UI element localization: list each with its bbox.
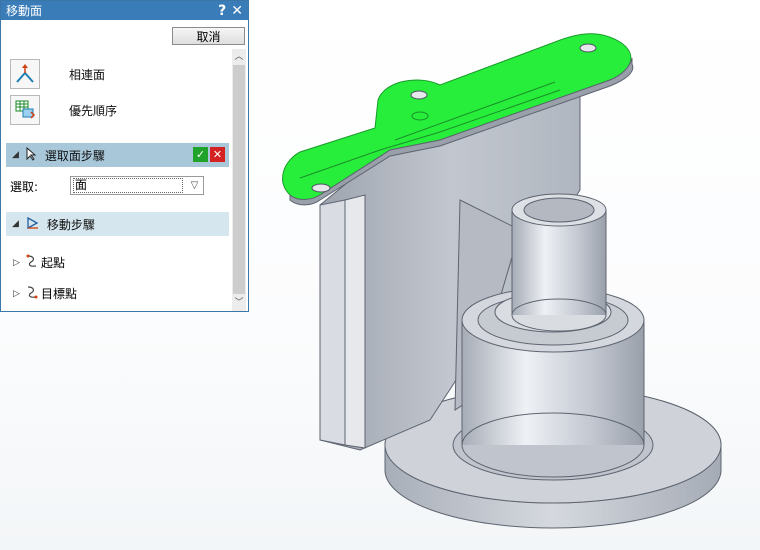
connected-faces-option[interactable]: 相連面 — [10, 59, 105, 89]
scroll-up-icon[interactable]: ︿ — [232, 50, 246, 64]
help-icon[interactable]: ? — [218, 3, 226, 19]
target-point-step[interactable]: ▷ 目標點 — [13, 285, 77, 302]
lower-cylinder[interactable] — [452, 287, 654, 481]
select-cursor-icon — [25, 146, 39, 164]
start-point-icon — [25, 254, 39, 271]
expand-triangle-icon[interactable]: ▷ — [13, 289, 25, 299]
move-step-label: 移動步驟 — [46, 217, 95, 232]
connected-faces-icon[interactable] — [10, 59, 40, 89]
connected-faces-label: 相連面 — [69, 67, 106, 82]
target-point-icon — [25, 285, 39, 302]
priority-order-label: 優先順序 — [69, 103, 118, 118]
chevron-down-icon[interactable]: ▽ — [186, 177, 203, 194]
select-field-label: 選取: — [10, 180, 39, 194]
collapse-triangle-icon[interactable]: ◢ — [12, 219, 19, 229]
priority-order-icon[interactable] — [10, 95, 40, 125]
expand-triangle-icon[interactable]: ▷ — [13, 258, 25, 268]
scroll-down-icon[interactable]: ﹀ — [232, 296, 246, 310]
vertical-scrollbar[interactable]: ︿ ﹀ — [232, 49, 246, 311]
select-face-step-label: 選取面步驟 — [44, 148, 105, 163]
cancel-button[interactable]: 取消 — [172, 27, 245, 45]
start-point-label: 起點 — [41, 256, 66, 270]
dialog-titlebar[interactable]: 移動面 ? ✕ — [1, 1, 248, 20]
start-point-step[interactable]: ▷ 起點 — [13, 254, 65, 271]
upper-tube[interactable] — [511, 193, 607, 332]
select-face-step-header[interactable]: ◢ 選取面步驟 ✓ ✕ — [6, 143, 229, 167]
collapse-triangle-icon[interactable]: ◢ — [12, 150, 19, 160]
accept-check-icon[interactable]: ✓ — [193, 147, 208, 162]
target-point-label: 目標點 — [41, 287, 78, 301]
move-step-icon — [25, 215, 41, 234]
scroll-thumb[interactable] — [233, 65, 245, 294]
close-icon[interactable]: ✕ — [231, 3, 243, 19]
priority-order-option[interactable]: 優先順序 — [10, 95, 117, 125]
move-step-header[interactable]: ◢ 移動步驟 — [6, 212, 229, 236]
dialog-title: 移動面 — [6, 4, 43, 18]
reject-x-icon[interactable]: ✕ — [210, 147, 225, 162]
select-type-dropdown[interactable]: 面 ▽ — [70, 176, 204, 195]
move-face-dialog: 移動面 ? ✕ 取消 相連面 優先順序 ◢ 選取面步驟 ✓ ✕ 選取: 面 ▽ … — [0, 0, 249, 312]
select-type-value: 面 — [73, 178, 183, 193]
